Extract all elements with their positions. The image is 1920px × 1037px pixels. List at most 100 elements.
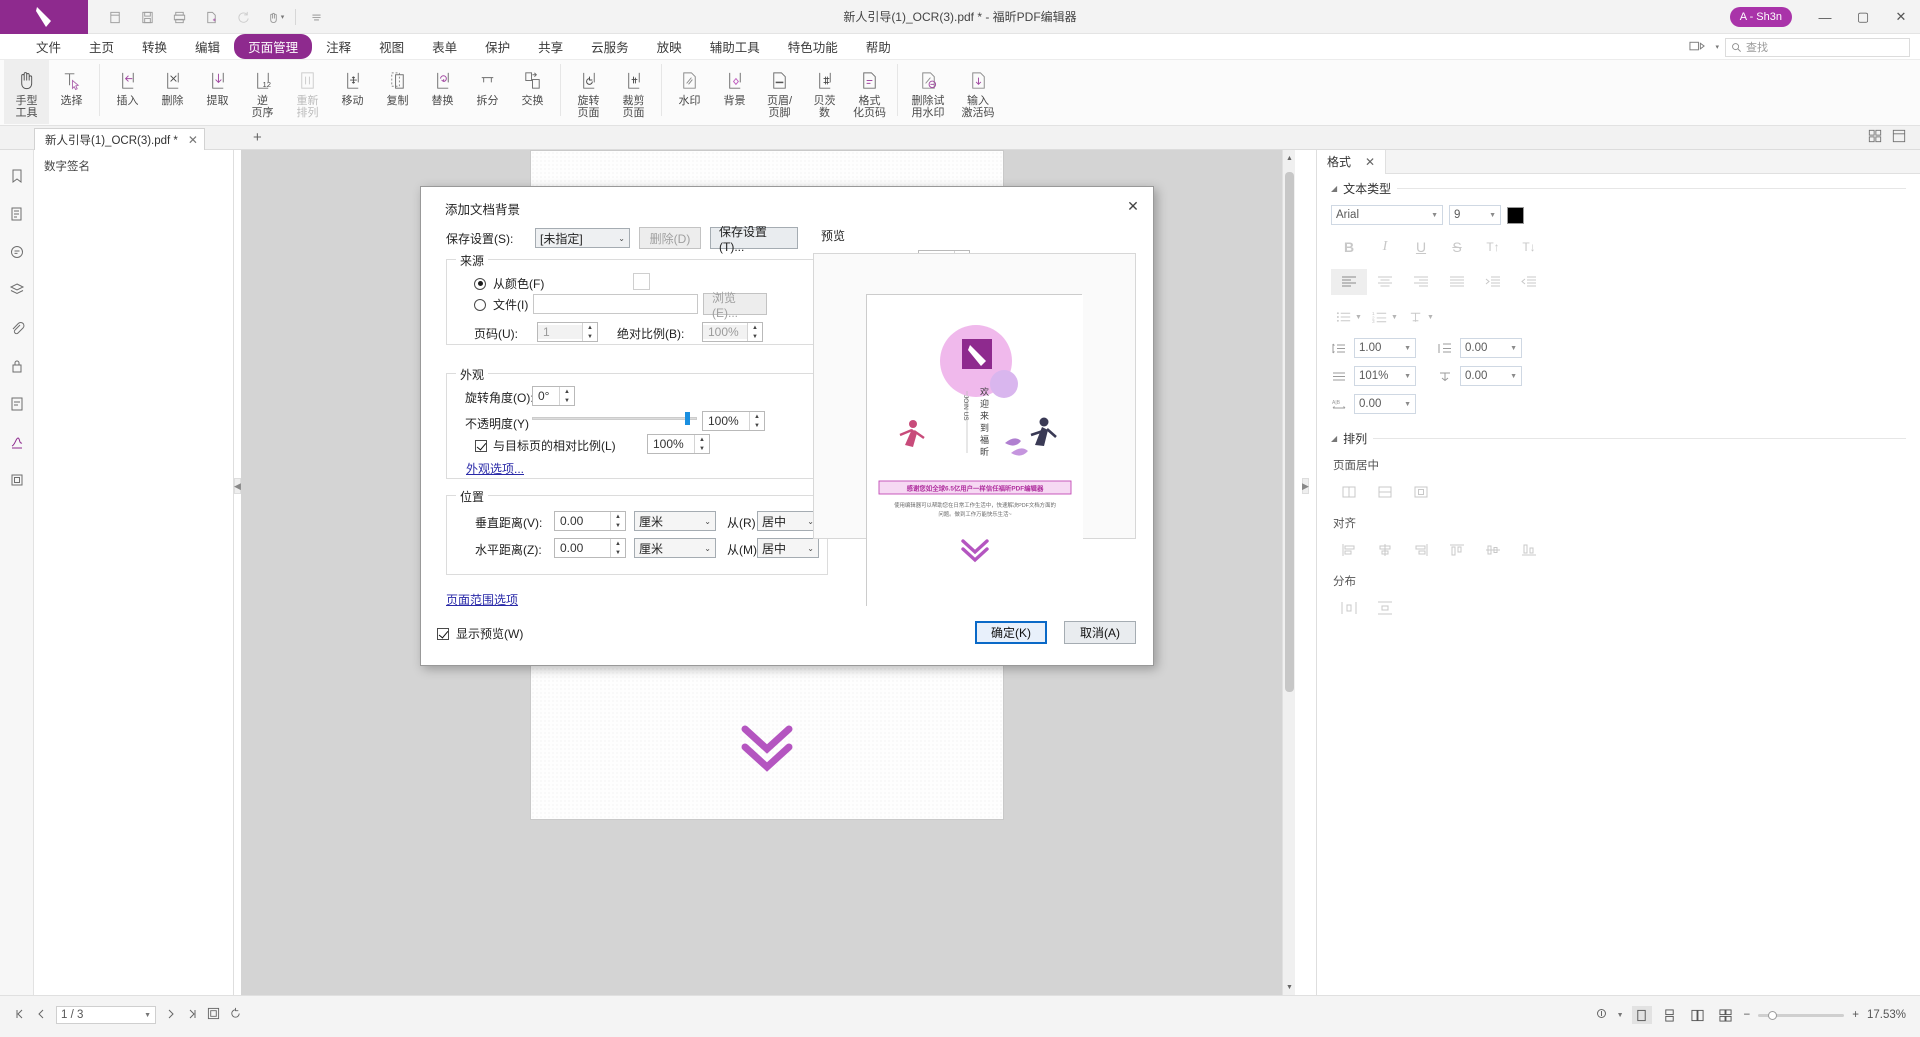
save-settings-select[interactable]: [未指定] ⌄: [535, 228, 630, 248]
spinner-down-icon[interactable]: ▼: [611, 548, 625, 557]
spinner-arrows[interactable]: ▲▼: [747, 323, 762, 341]
chevron-down-icon: ⌄: [704, 544, 711, 553]
vertical-from-label: 从(R): [727, 514, 756, 531]
spinner-down-icon[interactable]: ▼: [583, 332, 597, 341]
absolute-scale-value: 100%: [703, 325, 747, 339]
vertical-unit-select[interactable]: 厘米 ⌄: [634, 511, 716, 531]
horizontal-from-select[interactable]: 居中 ⌄: [757, 538, 819, 558]
from-color-radio[interactable]: [474, 278, 486, 290]
horizontal-from-value: 居中: [762, 540, 786, 557]
opacity-value: 100%: [703, 414, 749, 428]
add-background-dialog: 添加文档背景 ✕ 保存设置(S): [未指定] ⌄ 删除(D) 保存设置(T).…: [420, 186, 1154, 666]
position-group-label: 位置: [456, 488, 488, 505]
vertical-from-select[interactable]: 居中 ⌄: [757, 511, 819, 531]
preview-title: 预览: [821, 227, 845, 244]
appearance-group-label: 外观: [456, 366, 488, 383]
svg-text:JOIN US: JOIN US: [962, 395, 969, 421]
relative-scale-spinner[interactable]: 100% ▲▼: [647, 434, 710, 454]
svg-text:使用编辑器可以帮助您在日常工作生活中，快速解决PDF文档方面: 使用编辑器可以帮助您在日常工作生活中，快速解决PDF文档方面的: [894, 501, 1056, 509]
save-settings-label: 保存设置(S):: [446, 230, 526, 247]
show-preview-checkbox[interactable]: [437, 628, 449, 640]
absolute-scale-spinner[interactable]: 100% ▲▼: [702, 322, 763, 342]
svg-text:来: 来: [980, 411, 989, 421]
spinner-arrows[interactable]: ▲▼: [610, 539, 625, 557]
spinner-down-icon[interactable]: ▼: [750, 421, 764, 430]
appearance-group: 外观 旋转角度(O): 0° ▲▼ 不透明度(Y) 100% ▲▼ 与: [446, 373, 828, 479]
from-file-label: 文件(I): [493, 296, 528, 313]
spinner-down-icon[interactable]: ▼: [748, 332, 762, 341]
dialog-title: 添加文档背景: [445, 199, 520, 218]
source-group-label: 来源: [456, 252, 488, 269]
relative-scale-checkbox[interactable]: [475, 440, 487, 452]
app-window: ▾ 新人引导(1)_OCR(3).pdf * - 福昕PDF编辑器 A - Sh…: [0, 0, 1920, 1037]
rotation-label: 旋转角度(O):: [465, 389, 534, 406]
source-page-number-spinner[interactable]: 1 ▲▼: [537, 322, 598, 342]
spinner-up-icon[interactable]: ▲: [583, 323, 597, 332]
spinner-arrows[interactable]: ▲▼: [559, 387, 574, 405]
from-file-radio[interactable]: [474, 299, 486, 311]
preview-page-content: 欢 迎 来 到 福 昕 JOIN US: [867, 295, 1083, 607]
position-group: 位置 垂直距离(V): 0.00 ▲▼ 厘米 ⌄ 从(R) 居中 ⌄ 水平距离(…: [446, 495, 828, 575]
svg-text:到: 到: [980, 422, 989, 433]
horizontal-unit-select[interactable]: 厘米 ⌄: [634, 538, 716, 558]
horizontal-distance-spinner[interactable]: 0.00 ▲▼: [554, 538, 626, 558]
opacity-slider-track: [532, 417, 697, 420]
source-group: 来源 从颜色(F) 文件(I) 浏览(E)... 页码(U): 1 ▲▼ 绝对: [446, 259, 828, 345]
opacity-label: 不透明度(Y): [465, 415, 529, 432]
opacity-spinner[interactable]: 100% ▲▼: [702, 411, 765, 431]
horizontal-distance-label: 水平距离(Z):: [475, 541, 542, 558]
cancel-button[interactable]: 取消(A): [1064, 621, 1136, 644]
show-preview-label: 显示预览(W): [456, 625, 523, 642]
preview-page[interactable]: 欢 迎 来 到 福 昕 JOIN US: [866, 294, 1082, 606]
svg-text:欢: 欢: [980, 386, 989, 397]
delete-settings-button[interactable]: 删除(D): [639, 227, 701, 249]
svg-text:福: 福: [980, 434, 989, 445]
horizontal-from-label: 从(M): [727, 541, 757, 558]
vertical-distance-spinner[interactable]: 0.00 ▲▼: [554, 511, 626, 531]
chevron-down-icon: ⌄: [704, 517, 711, 526]
vertical-distance-label: 垂直距离(V):: [475, 514, 542, 531]
chevron-down-icon: ⌄: [807, 544, 814, 553]
ok-button[interactable]: 确定(K): [975, 621, 1047, 644]
spinner-arrows[interactable]: ▲▼: [582, 323, 597, 341]
spinner-up-icon[interactable]: ▲: [611, 539, 625, 548]
source-page-number-value: 1: [538, 325, 582, 339]
save-settings-button[interactable]: 保存设置(T)...: [710, 227, 798, 249]
browse-button[interactable]: 浏览(E)...: [703, 293, 767, 315]
spinner-up-icon[interactable]: ▲: [748, 323, 762, 332]
file-path-input[interactable]: [533, 294, 698, 314]
spinner-arrows[interactable]: ▲▼: [694, 435, 709, 453]
horizontal-distance-value: 0.00: [555, 541, 610, 555]
relative-scale-value: 100%: [648, 437, 694, 451]
vertical-from-value: 居中: [762, 513, 786, 530]
horizontal-unit-value: 厘米: [639, 540, 663, 557]
spinner-up-icon[interactable]: ▲: [560, 387, 574, 396]
svg-text:昕: 昕: [980, 446, 989, 457]
absolute-scale-label: 绝对比例(B):: [617, 325, 684, 342]
vertical-distance-value: 0.00: [555, 514, 610, 528]
svg-text:感谢您如全球6.5亿用户一样信任福昕PDF编辑器: 感谢您如全球6.5亿用户一样信任福昕PDF编辑器: [907, 484, 1044, 493]
svg-text:迎: 迎: [980, 398, 989, 409]
spinner-down-icon[interactable]: ▼: [560, 396, 574, 405]
spinner-arrows[interactable]: ▲▼: [749, 412, 764, 430]
rotation-spinner[interactable]: 0° ▲▼: [532, 386, 575, 406]
opacity-slider[interactable]: [532, 411, 697, 425]
page-range-options-link[interactable]: 页面范围选项: [446, 591, 518, 608]
dialog-close-button[interactable]: ✕: [1121, 195, 1145, 217]
spinner-arrows[interactable]: ▲▼: [610, 512, 625, 530]
from-color-label: 从颜色(F): [493, 275, 544, 292]
vertical-unit-value: 厘米: [639, 513, 663, 530]
rotation-value: 0°: [533, 389, 559, 403]
spinner-down-icon[interactable]: ▼: [611, 521, 625, 530]
chevron-down-icon: ⌄: [618, 234, 625, 243]
modal-overlay: 添加文档背景 ✕ 保存设置(S): [未指定] ⌄ 删除(D) 保存设置(T).…: [0, 0, 1920, 1037]
background-color-swatch[interactable]: [633, 273, 650, 290]
opacity-slider-knob[interactable]: [685, 412, 690, 425]
spinner-down-icon[interactable]: ▼: [695, 444, 709, 453]
page-number-label: 页码(U):: [474, 325, 518, 342]
svg-text:问题。做到工作万能快乐生活~: 问题。做到工作万能快乐生活~: [938, 510, 1011, 518]
spinner-up-icon[interactable]: ▲: [695, 435, 709, 444]
spinner-up-icon[interactable]: ▲: [750, 412, 764, 421]
appearance-options-link[interactable]: 外观选项...: [466, 460, 524, 477]
spinner-up-icon[interactable]: ▲: [611, 512, 625, 521]
